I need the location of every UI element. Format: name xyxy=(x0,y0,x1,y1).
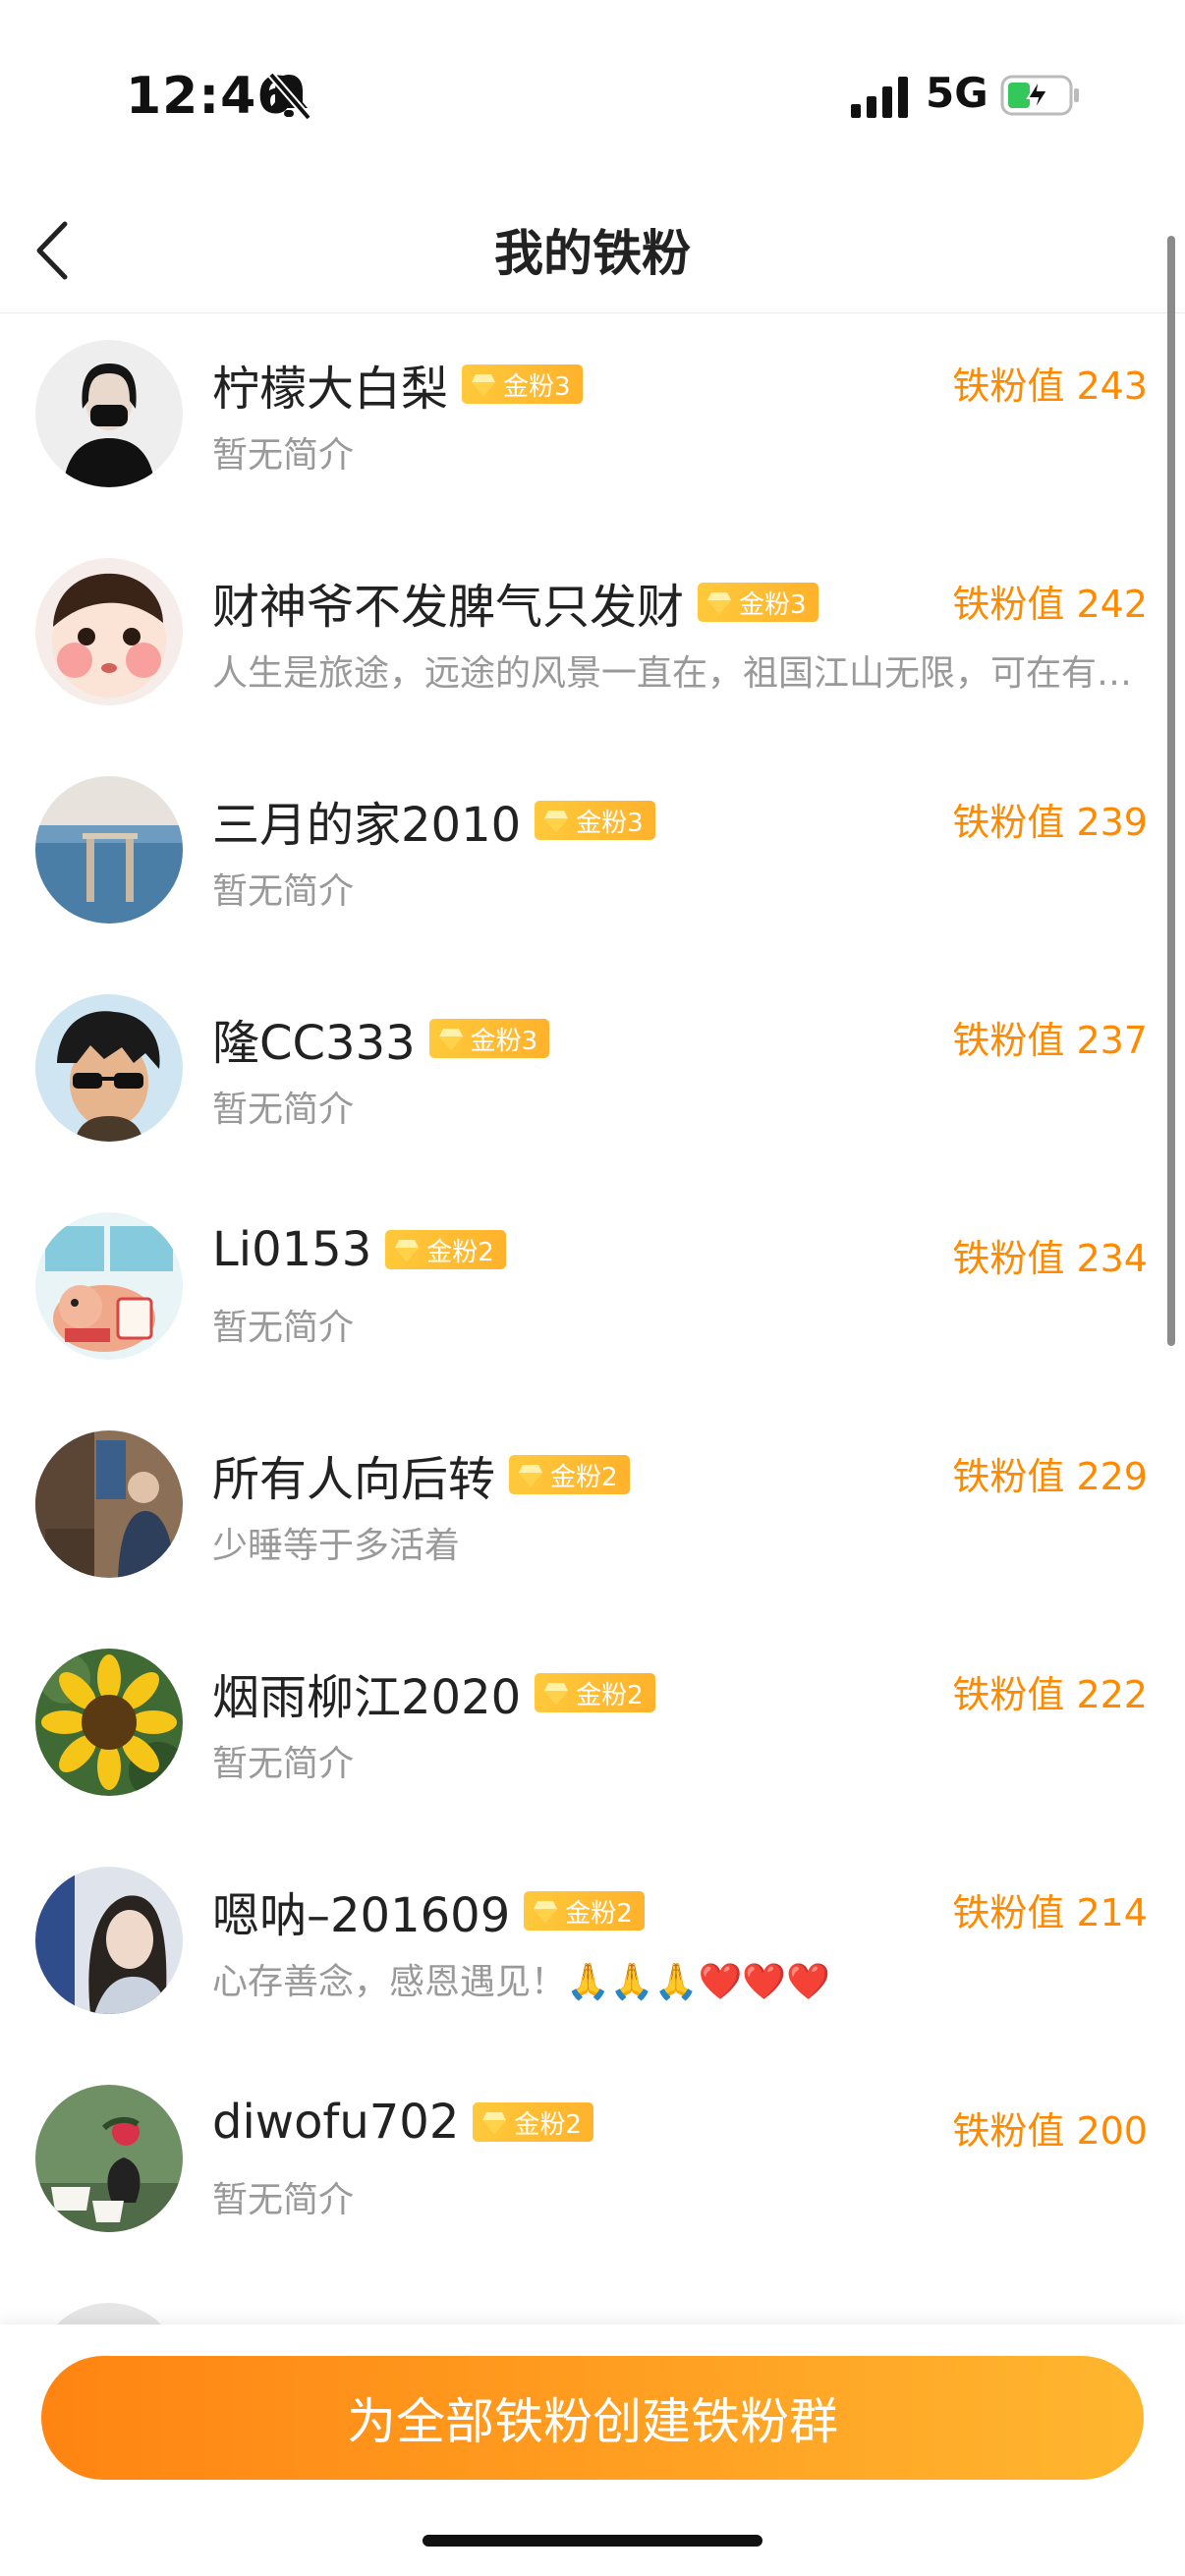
diamond-icon xyxy=(544,1683,569,1705)
avatar-cartoon-baby[interactable] xyxy=(35,558,183,705)
battery-charging-icon xyxy=(1000,75,1079,116)
badge-label: 金粉2 xyxy=(565,1898,633,1929)
home-indicator xyxy=(423,2535,762,2547)
name-line: 烟雨柳江2020 金粉2 xyxy=(212,1658,655,1727)
signal-icon xyxy=(851,77,908,118)
avatar-portrait-mask[interactable] xyxy=(35,340,183,487)
fan-level-badge: 金粉2 xyxy=(524,1891,645,1931)
fan-score: 铁粉值 229 xyxy=(952,1455,1148,1498)
fan-level-badge: 金粉2 xyxy=(473,2102,593,2142)
name-line: 所有人向后转 金粉2 xyxy=(212,1440,630,1509)
fan-bio: 暂无简介 xyxy=(212,2180,355,2220)
fan-row[interactable]: 隆CC333 金粉3 暂无简介 铁粉值 237 xyxy=(0,969,1185,1187)
badge-label: 金粉2 xyxy=(514,2109,582,2140)
avatar-photo-room[interactable] xyxy=(35,1430,183,1578)
fan-level-badge: 金粉3 xyxy=(698,583,818,622)
fan-name: 财神爷不发脾气只发财 xyxy=(212,580,685,635)
name-line: diwofu702 金粉2 xyxy=(212,2095,593,2150)
avatar-anime-sunglasses[interactable] xyxy=(35,994,183,1142)
fan-score: 铁粉值 200 xyxy=(952,2109,1148,2153)
diamond-icon xyxy=(395,1240,420,1261)
fan-name: 隆CC333 xyxy=(212,1016,416,1071)
fan-bio: 暂无简介 xyxy=(212,871,355,912)
diamond-icon xyxy=(707,592,732,614)
avatar-woman-portrait[interactable] xyxy=(35,1867,183,2014)
name-line: 财神爷不发脾气只发财 金粉3 xyxy=(212,568,818,637)
fan-bio: 暂无简介 xyxy=(212,1744,355,1784)
fan-level-badge: 金粉2 xyxy=(535,1673,655,1712)
fan-name: diwofu702 xyxy=(212,2095,460,2150)
fan-level-badge: 金粉3 xyxy=(535,801,655,840)
fan-name: 烟雨柳江2020 xyxy=(212,1670,522,1725)
badge-label: 金粉2 xyxy=(550,1462,618,1492)
fan-name: 嗯呐–201609 xyxy=(212,1888,511,1943)
diamond-icon xyxy=(438,1029,463,1050)
avatar-tea-flower[interactable] xyxy=(35,2085,183,2232)
fan-name: 柠檬大白梨 xyxy=(212,362,449,417)
fan-bio: 人生是旅途，远途的风景一直在，祖国江山无限，可在有… xyxy=(212,653,1133,694)
fan-score: 铁粉值 234 xyxy=(952,1237,1148,1280)
fan-level-badge: 金粉3 xyxy=(462,364,583,404)
fan-score: 铁粉值 243 xyxy=(952,364,1148,408)
diamond-icon xyxy=(534,1901,558,1923)
badge-label: 金粉3 xyxy=(503,371,571,402)
bottom-bar: 为全部铁粉创建铁粉群 xyxy=(0,2324,1185,2576)
avatar-sea-love[interactable] xyxy=(35,776,183,924)
fan-row[interactable]: 柠檬大白梨 金粉3 暂无简介 铁粉值 243 xyxy=(0,314,1185,532)
diamond-icon xyxy=(472,374,496,396)
bell-muted-icon xyxy=(267,72,312,121)
fan-level-badge: 金粉2 xyxy=(509,1455,630,1494)
name-line: 三月的家2010 金粉3 xyxy=(212,786,655,855)
network-type: 5G xyxy=(926,69,988,117)
fan-row[interactable]: 三月的家2010 金粉3 暂无简介 铁粉值 239 xyxy=(0,751,1185,969)
fan-list: 柠檬大白梨 金粉3 暂无简介 铁粉值 243 财神爷不发脾气只发财 金粉3 人生… xyxy=(0,314,1185,2495)
fan-bio: 暂无简介 xyxy=(212,435,355,476)
fan-score: 铁粉值 239 xyxy=(952,801,1148,844)
nav-bar: 我的铁粉 xyxy=(0,187,1185,313)
fan-bio: 暂无简介 xyxy=(212,1308,355,1348)
name-line: 嗯呐–201609 金粉2 xyxy=(212,1876,645,1945)
fan-row[interactable]: 嗯呐–201609 金粉2 心存善念，感恩遇见！🙏🙏🙏❤️❤️❤️ 铁粉值 21… xyxy=(0,1841,1185,2059)
fan-name: Li0153 xyxy=(212,1222,372,1277)
diamond-icon xyxy=(544,811,569,832)
create-fan-group-button[interactable]: 为全部铁粉创建铁粉群 xyxy=(41,2356,1144,2480)
name-line: 隆CC333 金粉3 xyxy=(212,1004,550,1073)
fan-bio: 心存善念，感恩遇见！🙏🙏🙏❤️❤️❤️ xyxy=(212,1962,830,2002)
name-line: Li0153 金粉2 xyxy=(212,1222,506,1277)
status-bar: 12:46 5G xyxy=(0,0,1185,187)
badge-label: 金粉3 xyxy=(739,589,807,620)
fan-bio: 暂无简介 xyxy=(212,1090,355,1130)
avatar-sunflower[interactable] xyxy=(35,1649,183,1796)
fan-bio: 少睡等于多活着 xyxy=(212,1526,461,1566)
fan-score: 铁粉值 214 xyxy=(952,1891,1148,1934)
fan-score: 铁粉值 237 xyxy=(952,1019,1148,1062)
fan-score: 铁粉值 222 xyxy=(952,1673,1148,1716)
badge-label: 金粉2 xyxy=(576,1680,644,1710)
fan-row[interactable]: 财神爷不发脾气只发财 金粉3 人生是旅途，远途的风景一直在，祖国江山无限，可在有… xyxy=(0,532,1185,751)
badge-label: 金粉2 xyxy=(426,1237,494,1267)
avatar-facai[interactable] xyxy=(35,1212,183,1360)
fan-row[interactable]: 所有人向后转 金粉2 少睡等于多活着 铁粉值 229 xyxy=(0,1405,1185,1623)
fan-name: 所有人向后转 xyxy=(212,1452,496,1507)
fan-row[interactable]: diwofu702 金粉2 暂无简介 铁粉值 200 xyxy=(0,2059,1185,2277)
badge-label: 金粉3 xyxy=(576,808,644,838)
fan-level-badge: 金粉2 xyxy=(385,1230,506,1269)
name-line: 柠檬大白梨 金粉3 xyxy=(212,350,583,419)
fan-score: 铁粉值 242 xyxy=(952,583,1148,626)
fan-level-badge: 金粉3 xyxy=(428,1019,550,1058)
fan-row[interactable]: 烟雨柳江2020 金粉2 暂无简介 铁粉值 222 xyxy=(0,1623,1185,1841)
page-title: 我的铁粉 xyxy=(494,225,691,282)
diamond-icon xyxy=(519,1465,543,1486)
fan-row[interactable]: Li0153 金粉2 暂无简介 铁粉值 234 xyxy=(0,1187,1185,1405)
diamond-icon xyxy=(482,2112,507,2134)
fan-name: 三月的家2010 xyxy=(212,798,522,853)
badge-label: 金粉3 xyxy=(470,1026,538,1056)
